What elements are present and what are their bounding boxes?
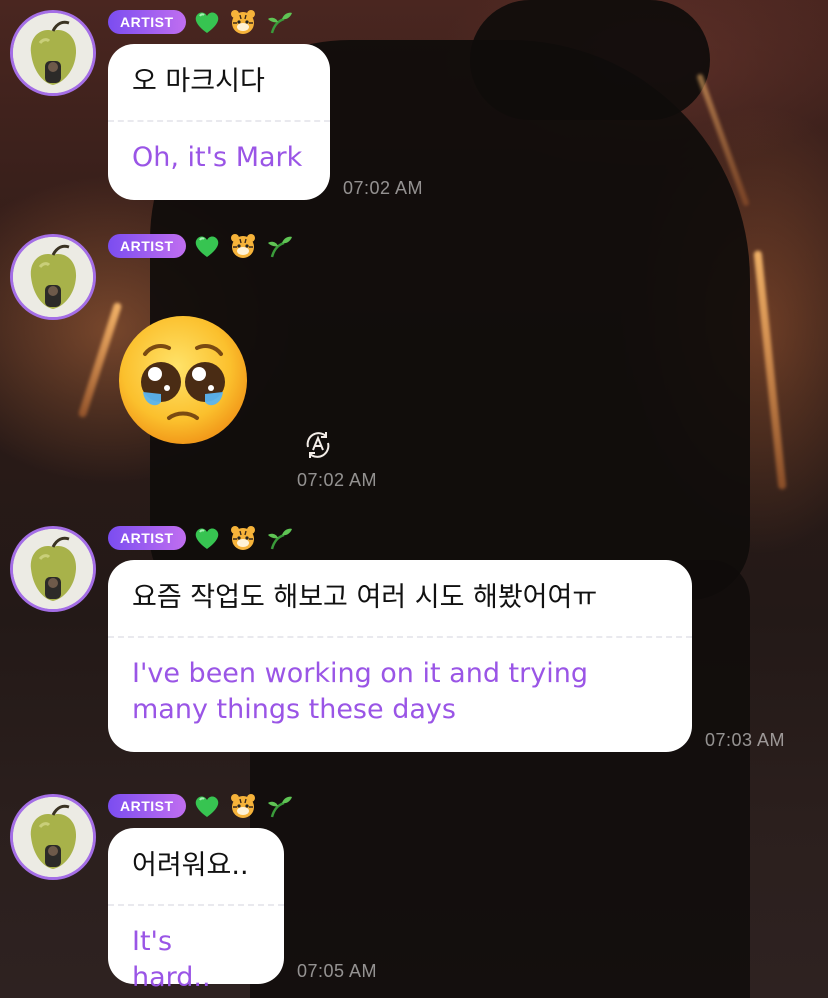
seedling-icon	[267, 12, 292, 34]
artist-badge: ARTIST	[108, 234, 186, 258]
message-bubble[interactable]: 어려워요.. It's hard..	[108, 828, 284, 993]
apple-avatar-image	[13, 13, 93, 93]
artist-tagline: ARTIST	[108, 231, 294, 261]
pleading-face-emoji-icon[interactable]	[117, 314, 249, 446]
tiger-face-icon	[230, 10, 255, 34]
artist-tagline: ARTIST	[108, 7, 294, 37]
message-bubble[interactable]: 요즘 작업도 해보고 여러 시도 해봤어여ㅠ I've been working…	[108, 560, 692, 752]
message-timestamp: 07:02 AM	[297, 470, 378, 490]
artist-avatar[interactable]	[10, 234, 96, 320]
artist-tagline: ARTIST	[108, 791, 294, 821]
original-message-text: 어려워요..	[132, 850, 249, 881]
seedling-icon	[267, 236, 292, 258]
green-heart-icon	[195, 796, 218, 817]
auto-translate-icon[interactable]	[302, 429, 334, 461]
green-heart-icon	[195, 12, 218, 33]
apple-avatar-image	[13, 797, 93, 877]
artist-avatar[interactable]	[10, 794, 96, 880]
artist-badge: ARTIST	[108, 794, 186, 818]
seedling-icon	[267, 528, 292, 550]
translated-message-text: I've been working on it and trying many …	[132, 658, 588, 725]
background-silhouette-head	[470, 0, 710, 120]
artist-badge: ARTIST	[108, 10, 186, 34]
green-heart-icon	[195, 236, 218, 257]
artist-avatar[interactable]	[10, 526, 96, 612]
translated-message-text: Oh, it's Mark	[132, 142, 303, 173]
seedling-icon	[267, 796, 292, 818]
tiger-face-icon	[230, 526, 255, 550]
green-heart-icon	[195, 528, 218, 549]
original-message-text: 요즘 작업도 해보고 여러 시도 해봤어여ㅠ	[132, 582, 598, 613]
message-timestamp: 07:03 AM	[705, 730, 786, 750]
tiger-face-icon	[230, 794, 255, 818]
artist-tagline: ARTIST	[108, 523, 294, 553]
message-timestamp: 07:05 AM	[297, 961, 378, 981]
tiger-face-icon	[230, 234, 255, 258]
apple-avatar-image	[13, 237, 93, 317]
apple-avatar-image	[13, 529, 93, 609]
message-bubble[interactable]: 오 마크시다 Oh, it's Mark	[108, 44, 330, 200]
message-timestamp: 07:02 AM	[343, 178, 424, 198]
artist-avatar[interactable]	[10, 10, 96, 96]
original-message-text: 오 마크시다	[132, 66, 265, 97]
artist-badge: ARTIST	[108, 526, 186, 550]
translated-message-text: It's hard..	[132, 926, 211, 993]
